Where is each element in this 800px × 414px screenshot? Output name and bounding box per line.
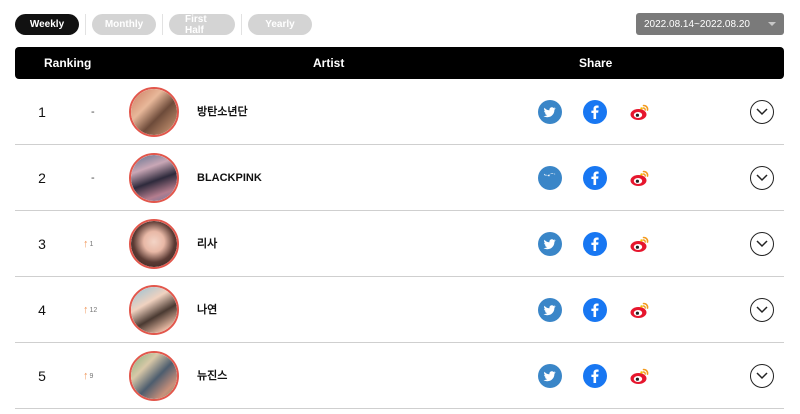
tab-weekly[interactable]: Weekly — [15, 14, 79, 35]
facebook-icon[interactable] — [583, 298, 607, 322]
ranking-list: 1 - 방탄소년단 2 - BLACKPINK 3 ↑ 1 리사 4 ↑ 12 나연 — [15, 79, 784, 409]
expand-button[interactable] — [750, 232, 774, 256]
facebook-icon[interactable] — [583, 100, 607, 124]
caret-down-icon — [768, 22, 776, 26]
rank-change-value: 9 — [89, 372, 94, 380]
expand-button[interactable] — [750, 100, 774, 124]
table-row: 5 ↑ 9 뉴진스 — [15, 343, 784, 409]
artist-avatar[interactable] — [129, 219, 179, 269]
tab-divider — [85, 14, 86, 35]
weibo-icon[interactable] — [628, 100, 652, 124]
rank-same: - — [91, 106, 95, 118]
rank-same: - — [91, 172, 95, 184]
avatar-image — [131, 155, 177, 201]
table-header: Ranking Artist Share — [15, 47, 784, 79]
expand-button[interactable] — [750, 298, 774, 322]
artist-name[interactable]: 방탄소년단 — [197, 79, 248, 145]
weibo-icon[interactable] — [628, 298, 652, 322]
twitter-icon[interactable] — [538, 166, 562, 190]
header-ranking: Ranking — [44, 56, 92, 70]
rank-change: ↑ 12 — [83, 277, 97, 343]
rank-number: 4 — [38, 302, 46, 318]
tab-first-half[interactable]: First Half — [169, 14, 235, 36]
artist-avatar[interactable] — [129, 87, 179, 137]
avatar-image — [131, 287, 177, 333]
arrow-up-icon: ↑ — [83, 370, 89, 382]
chevron-down-icon — [756, 306, 768, 314]
tab-divider — [241, 14, 242, 35]
period-tabs: Weekly Monthly First Half Yearly — [15, 14, 312, 36]
twitter-icon[interactable] — [538, 364, 562, 388]
artist-name[interactable]: 나연 — [197, 277, 217, 343]
chevron-down-icon — [756, 174, 768, 182]
rank-change-value: 1 — [89, 240, 94, 248]
twitter-icon[interactable] — [538, 232, 562, 256]
chevron-down-icon — [756, 240, 768, 248]
rank-change-value: 12 — [89, 306, 98, 314]
artist-name[interactable]: BLACKPINK — [197, 145, 262, 211]
header-share: Share — [579, 56, 613, 70]
artist-avatar[interactable] — [129, 351, 179, 401]
header-artist: Artist — [313, 56, 345, 70]
facebook-icon[interactable] — [583, 166, 607, 190]
table-row: 2 - BLACKPINK — [15, 145, 784, 211]
rank-number: 3 — [38, 236, 46, 252]
rank-change: - — [83, 79, 95, 145]
table-row: 3 ↑ 1 리사 — [15, 211, 784, 277]
tab-divider — [162, 14, 163, 35]
facebook-icon[interactable] — [583, 232, 607, 256]
expand-button[interactable] — [750, 364, 774, 388]
twitter-icon[interactable] — [538, 298, 562, 322]
chevron-down-icon — [756, 372, 768, 380]
rank-number: 2 — [38, 170, 46, 186]
artist-avatar[interactable] — [129, 153, 179, 203]
rank-number: 1 — [38, 104, 46, 120]
avatar-image — [131, 353, 177, 399]
table-row: 1 - 방탄소년단 — [15, 79, 784, 145]
tab-yearly[interactable]: Yearly — [248, 14, 312, 35]
rank-number: 5 — [38, 368, 46, 384]
table-row: 4 ↑ 12 나연 — [15, 277, 784, 343]
twitter-icon[interactable] — [538, 100, 562, 124]
artist-avatar[interactable] — [129, 285, 179, 335]
facebook-icon[interactable] — [583, 364, 607, 388]
chevron-down-icon — [756, 108, 768, 116]
rank-change: ↑ 9 — [83, 343, 93, 409]
artist-name[interactable]: 뉴진스 — [197, 343, 227, 409]
artist-name[interactable]: 리사 — [197, 211, 217, 277]
rank-change: - — [83, 145, 95, 211]
rank-change: ↑ 1 — [83, 211, 93, 277]
arrow-up-icon: ↑ — [83, 304, 89, 316]
tab-monthly[interactable]: Monthly — [92, 14, 156, 35]
date-range-select[interactable]: 2022.08.14~2022.08.20 — [636, 13, 784, 35]
avatar-image — [131, 221, 177, 267]
expand-button[interactable] — [750, 166, 774, 190]
arrow-up-icon: ↑ — [83, 238, 89, 250]
date-range-value: 2022.08.14~2022.08.20 — [644, 18, 750, 30]
weibo-icon[interactable] — [628, 232, 652, 256]
weibo-icon[interactable] — [628, 364, 652, 388]
avatar-image — [131, 89, 177, 135]
weibo-icon[interactable] — [628, 166, 652, 190]
